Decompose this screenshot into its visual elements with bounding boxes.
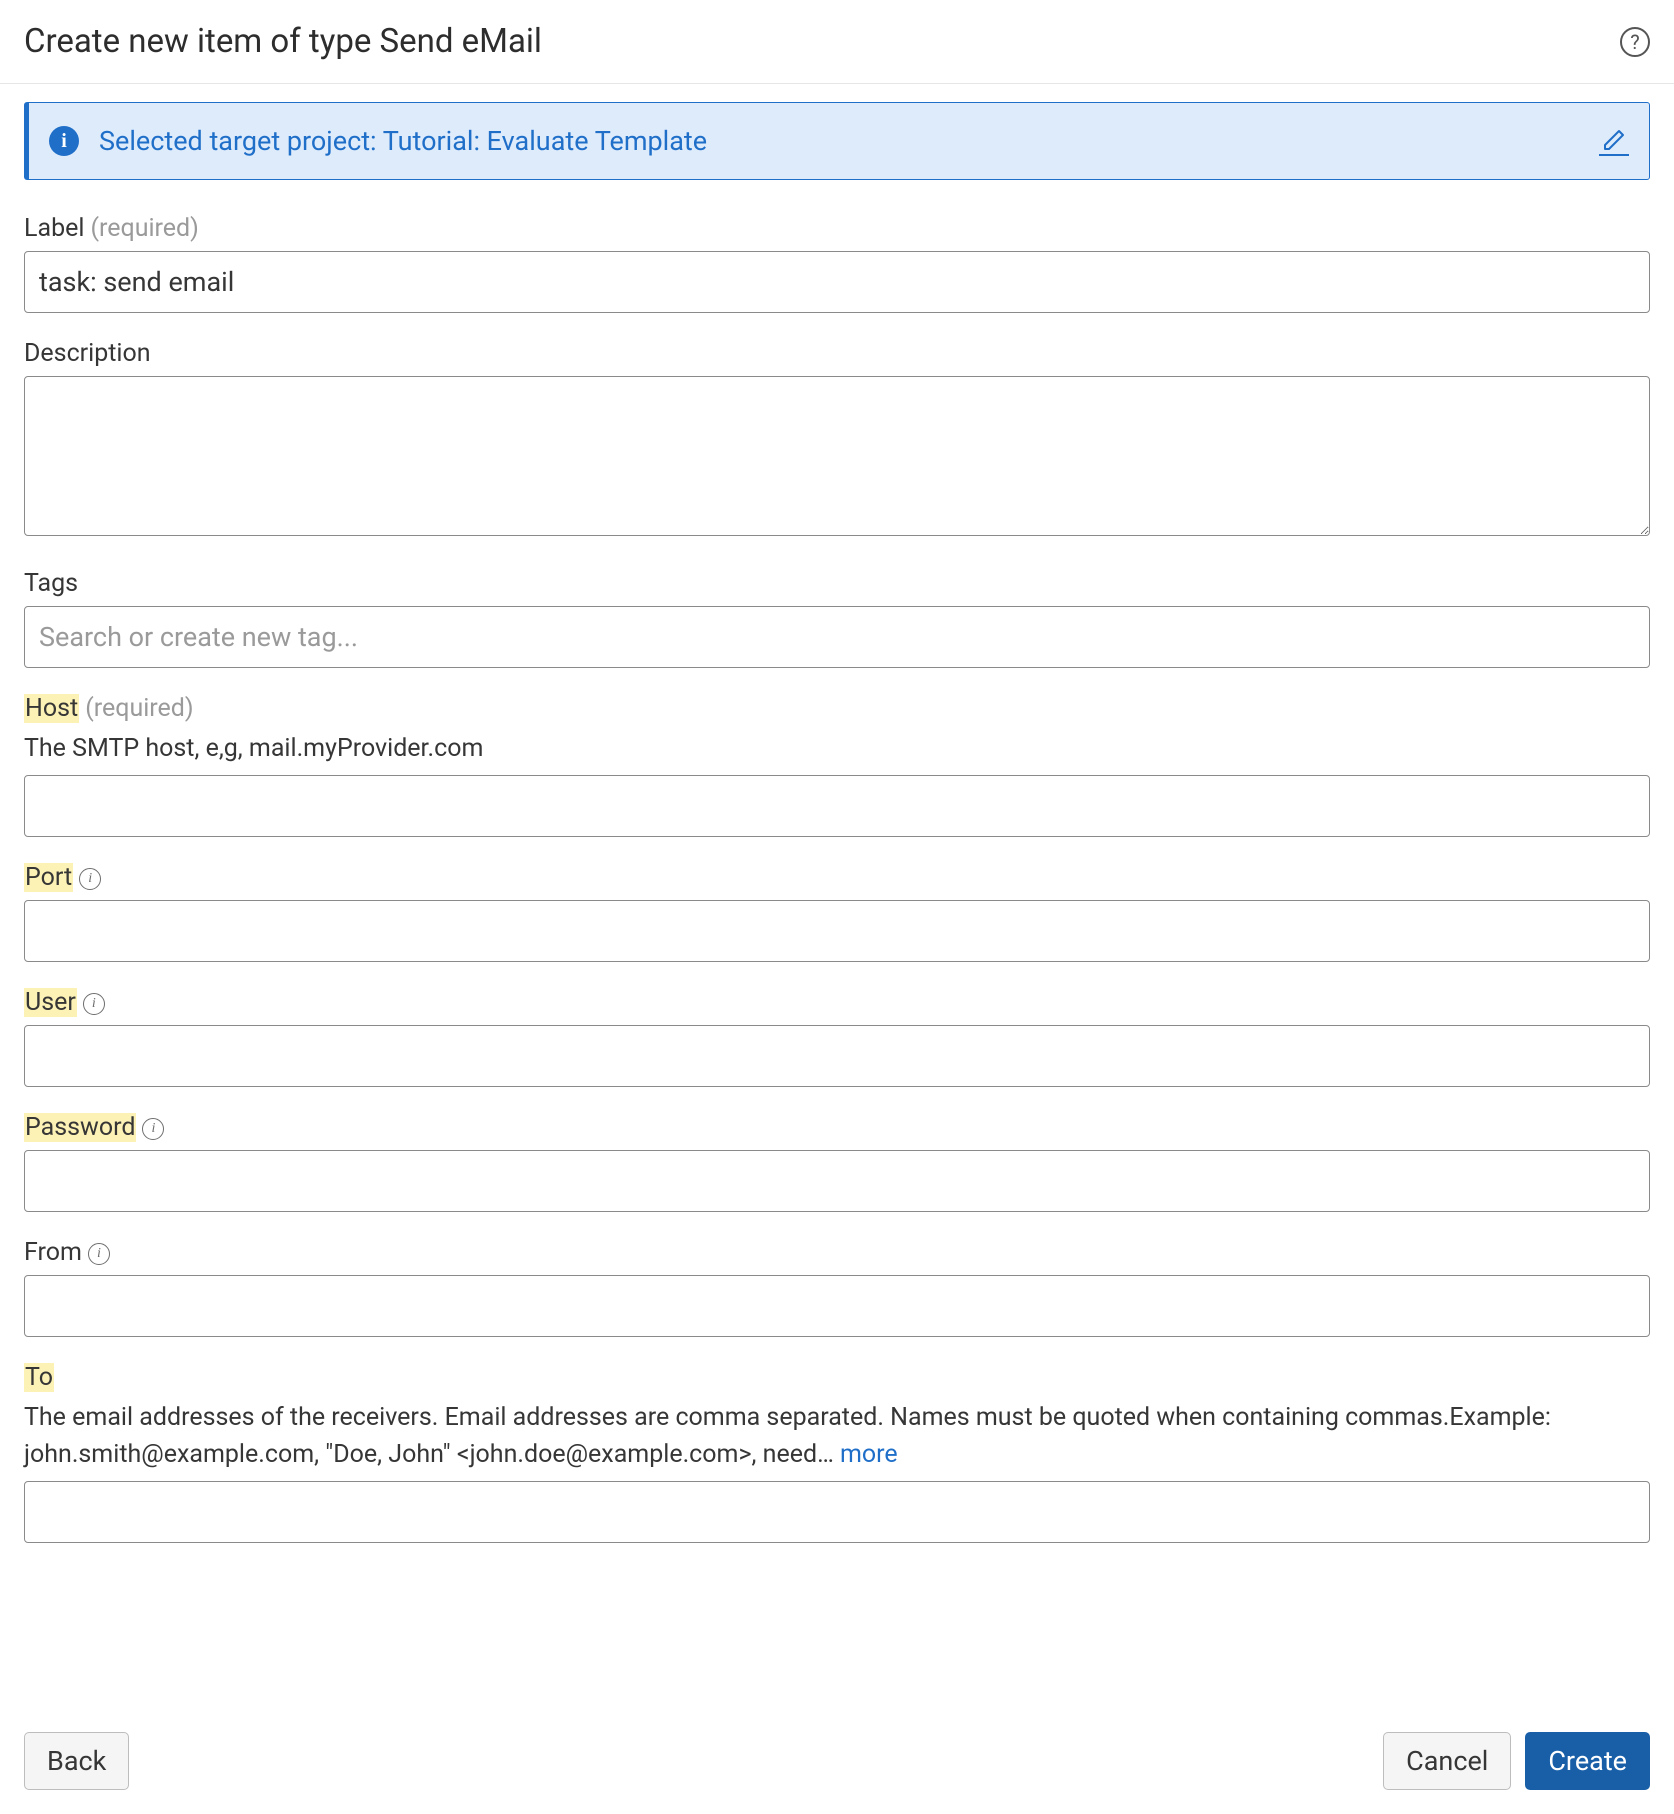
dialog-header: Create new item of type Send eMail ? [0,0,1674,84]
footer-right-group: Cancel Create [1383,1732,1650,1790]
field-host: Host (required) The SMTP host, e,g, mail… [24,694,1650,837]
description-label: Description [24,339,1650,368]
target-project-text: Selected target project: Tutorial: Evalu… [99,125,1599,157]
from-label: From i [24,1238,1650,1267]
create-item-dialog: Create new item of type Send eMail ? i S… [0,0,1674,1814]
field-description: Description [24,339,1650,543]
port-info-icon[interactable]: i [79,868,101,890]
from-input[interactable] [24,1275,1650,1337]
port-input[interactable] [24,900,1650,962]
label-label: Label (required) [24,214,1650,243]
to-help-text: The email addresses of the receivers. Em… [24,1400,1650,1473]
label-input[interactable] [24,251,1650,313]
from-label-text: From [24,1238,82,1267]
edit-target-project-icon[interactable] [1599,126,1629,156]
label-required-hint: (required) [90,214,198,243]
password-label-text: Password [24,1113,136,1142]
host-required-hint: (required) [85,694,193,723]
field-label: Label (required) [24,214,1650,313]
field-from: From i [24,1238,1650,1337]
create-button[interactable]: Create [1525,1732,1650,1790]
to-help-text-content: The email addresses of the receivers. Em… [24,1403,1551,1468]
field-tags: Tags [24,569,1650,668]
host-input[interactable] [24,775,1650,837]
back-button[interactable]: Back [24,1732,129,1790]
field-password: Password i [24,1113,1650,1212]
port-label-text: Port [24,863,73,892]
user-input[interactable] [24,1025,1650,1087]
password-label: Password i [24,1113,1650,1142]
target-project-banner: i Selected target project: Tutorial: Eva… [24,102,1650,180]
password-input[interactable] [24,1150,1650,1212]
user-info-icon[interactable]: i [83,993,105,1015]
to-label: To [24,1363,1650,1392]
field-port: Port i [24,863,1650,962]
cancel-button[interactable]: Cancel [1383,1732,1511,1790]
port-label: Port i [24,863,1650,892]
dialog-footer: Back Cancel Create [0,1711,1674,1814]
info-icon: i [49,126,79,156]
host-label-text: Host [24,694,79,723]
password-info-icon[interactable]: i [142,1118,164,1140]
help-icon[interactable]: ? [1620,27,1650,57]
tags-label: Tags [24,569,1650,598]
field-to: To The email addresses of the receivers.… [24,1363,1650,1543]
from-info-icon[interactable]: i [88,1243,110,1265]
dialog-body: i Selected target project: Tutorial: Eva… [0,84,1674,1711]
field-user: User i [24,988,1650,1087]
user-label: User i [24,988,1650,1017]
to-input[interactable] [24,1481,1650,1543]
description-input[interactable] [24,376,1650,536]
host-label: Host (required) [24,694,1650,723]
label-label-text: Label [24,214,84,243]
host-help-text: The SMTP host, e,g, mail.myProvider.com [24,731,1650,767]
user-label-text: User [24,988,77,1017]
dialog-title: Create new item of type Send eMail [24,22,542,61]
tags-input[interactable] [24,606,1650,668]
to-label-text: To [24,1363,54,1392]
to-more-link[interactable]: more [834,1440,898,1469]
